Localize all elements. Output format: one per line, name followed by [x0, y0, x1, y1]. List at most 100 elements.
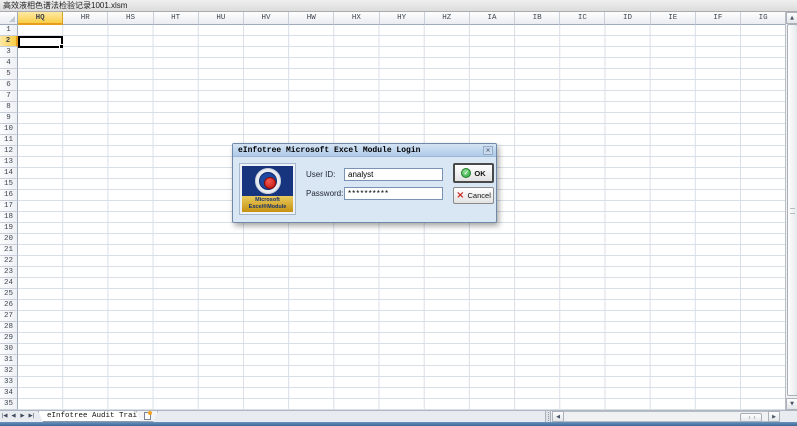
row-header[interactable]: 30: [0, 344, 18, 355]
horizontal-scrollbar-thumb[interactable]: [740, 412, 762, 422]
row-header[interactable]: 29: [0, 333, 18, 344]
excel-window: 高效液相色谱法检验记录1001.xlsm HQ HR HS HT HU HV HW HX HY H…: [0, 0, 797, 426]
row-header[interactable]: 5: [0, 69, 18, 80]
row-header[interactable]: 23: [0, 267, 18, 278]
row-header[interactable]: 17: [0, 201, 18, 212]
logo-emblem-area: [242, 166, 293, 196]
row-header[interactable]: 26: [0, 300, 18, 311]
row-header[interactable]: 13: [0, 157, 18, 168]
column-header[interactable]: HW: [289, 12, 335, 25]
password-label: Password:: [306, 189, 344, 198]
row-header[interactable]: 1: [0, 25, 18, 36]
tab-scrollbar-splitter[interactable]: [545, 411, 551, 422]
cancel-button[interactable]: × Cancel: [453, 187, 494, 204]
dialog-title-bar[interactable]: eInfotree Microsoft Excel Module Login ×: [233, 144, 496, 157]
vertical-scrollbar[interactable]: ▲ ▼: [785, 12, 797, 410]
row-header[interactable]: 34: [0, 388, 18, 399]
row-header[interactable]: 32: [0, 366, 18, 377]
row-header[interactable]: 15: [0, 179, 18, 190]
x-icon: ×: [456, 189, 465, 201]
insert-worksheet-icon: [144, 412, 151, 420]
column-header[interactable]: HQ: [18, 12, 64, 25]
sheet-tab-label: eInfotree Audit Trail: [47, 412, 142, 420]
scroll-left-button[interactable]: ◀: [552, 411, 564, 422]
row-headers: 1 2 3 4 5 6 7 8 9 10 11 12 13 14 15 16 17 18 19 20 21 22 23 24 2…: [0, 25, 18, 410]
window-title-bar: 高效液相色谱法检验记录1001.xlsm: [0, 0, 797, 12]
row-header[interactable]: 11: [0, 135, 18, 146]
column-header[interactable]: HT: [153, 12, 199, 25]
column-header[interactable]: IA: [469, 12, 516, 25]
sheet-nav-buttons: |◀ ◀ ▶ ▶|: [0, 411, 36, 422]
column-header[interactable]: IC: [560, 12, 606, 25]
column-header[interactable]: HS: [108, 12, 154, 25]
column-header[interactable]: ID: [605, 12, 651, 25]
sheet-nav-button[interactable]: |◀: [0, 411, 9, 422]
row-header[interactable]: 33: [0, 377, 18, 388]
sheet-tab-audit-trail[interactable]: eInfotree Audit Trail: [38, 411, 151, 422]
row-header[interactable]: 14: [0, 168, 18, 179]
row-header[interactable]: 27: [0, 311, 18, 322]
user-id-label: User ID:: [306, 170, 336, 179]
scroll-up-button[interactable]: ▲: [786, 12, 797, 24]
row-header[interactable]: 4: [0, 58, 18, 69]
sheet-nav-button[interactable]: ▶|: [27, 411, 36, 422]
row-header[interactable]: 25: [0, 289, 18, 300]
column-header[interactable]: IE: [650, 12, 696, 25]
column-header[interactable]: HU: [198, 12, 244, 25]
ok-button[interactable]: ✓ OK: [453, 163, 494, 183]
row-header[interactable]: 31: [0, 355, 18, 366]
check-icon: ✓: [461, 168, 472, 178]
window-bottom-edge: [0, 422, 797, 426]
sheet-nav-button[interactable]: ◀: [9, 411, 18, 422]
column-header[interactable]: IF: [695, 12, 741, 25]
vertical-scrollbar-thumb[interactable]: [786, 24, 797, 396]
row-header[interactable]: 24: [0, 278, 18, 289]
row-header[interactable]: 3: [0, 47, 18, 58]
row-header[interactable]: 18: [0, 212, 18, 223]
row-header[interactable]: 9: [0, 113, 18, 124]
column-header[interactable]: IG: [741, 12, 785, 25]
scroll-right-button[interactable]: ▶: [768, 411, 780, 422]
user-id-input[interactable]: analyst: [344, 168, 443, 181]
login-dialog: eInfotree Microsoft Excel Module Login ×…: [232, 143, 497, 223]
row-header[interactable]: 7: [0, 91, 18, 102]
left-arrow-icon: ◀: [556, 414, 560, 420]
row-header[interactable]: 8: [0, 102, 18, 113]
down-arrow-icon: ▼: [790, 401, 794, 407]
row-header[interactable]: 21: [0, 245, 18, 256]
row-header[interactable]: 12: [0, 146, 18, 157]
window-title: 高效液相色谱法检验记录1001.xlsm: [3, 1, 128, 10]
logo-line1: Microsoft: [255, 197, 280, 203]
selected-cell[interactable]: [18, 36, 63, 48]
column-header[interactable]: HY: [379, 12, 425, 25]
password-input[interactable]: **********: [344, 187, 443, 200]
row-header[interactable]: 6: [0, 80, 18, 91]
logo-text: Microsoft Excel®Module: [242, 196, 293, 212]
logo-seal-icon: [254, 168, 281, 194]
column-header[interactable]: IB: [515, 12, 561, 25]
scroll-down-button[interactable]: ▼: [786, 398, 797, 410]
row-header[interactable]: 16: [0, 190, 18, 201]
row-header[interactable]: 2: [0, 36, 18, 47]
close-icon[interactable]: ×: [483, 146, 493, 155]
dialog-title: eInfotree Microsoft Excel Module Login: [238, 146, 421, 155]
row-header[interactable]: 35: [0, 399, 18, 410]
column-header[interactable]: HV: [243, 12, 290, 25]
sheet-nav-button[interactable]: ▶: [18, 411, 27, 422]
sheet-tab-bar: |◀ ◀ ▶ ▶| eInfotree Audit Trail ◀ ▶: [0, 410, 797, 422]
row-header[interactable]: 20: [0, 234, 18, 245]
select-all-corner[interactable]: [0, 12, 18, 25]
up-arrow-icon: ▲: [790, 15, 794, 21]
row-header[interactable]: 28: [0, 322, 18, 333]
column-header[interactable]: HR: [63, 12, 109, 25]
row-header[interactable]: 19: [0, 223, 18, 234]
column-headers: HQ HR HS HT HU HV HW HX HY HZ IA IB IC ID IE IF IG: [18, 12, 785, 25]
column-header[interactable]: HZ: [424, 12, 470, 25]
logo-line2: Excel®Module: [248, 204, 287, 210]
right-arrow-icon: ▶: [772, 414, 776, 420]
cancel-button-label: Cancel: [467, 191, 491, 200]
row-header[interactable]: 10: [0, 124, 18, 135]
row-header[interactable]: 22: [0, 256, 18, 267]
horizontal-scrollbar[interactable]: [564, 411, 768, 422]
column-header[interactable]: HX: [334, 12, 380, 25]
